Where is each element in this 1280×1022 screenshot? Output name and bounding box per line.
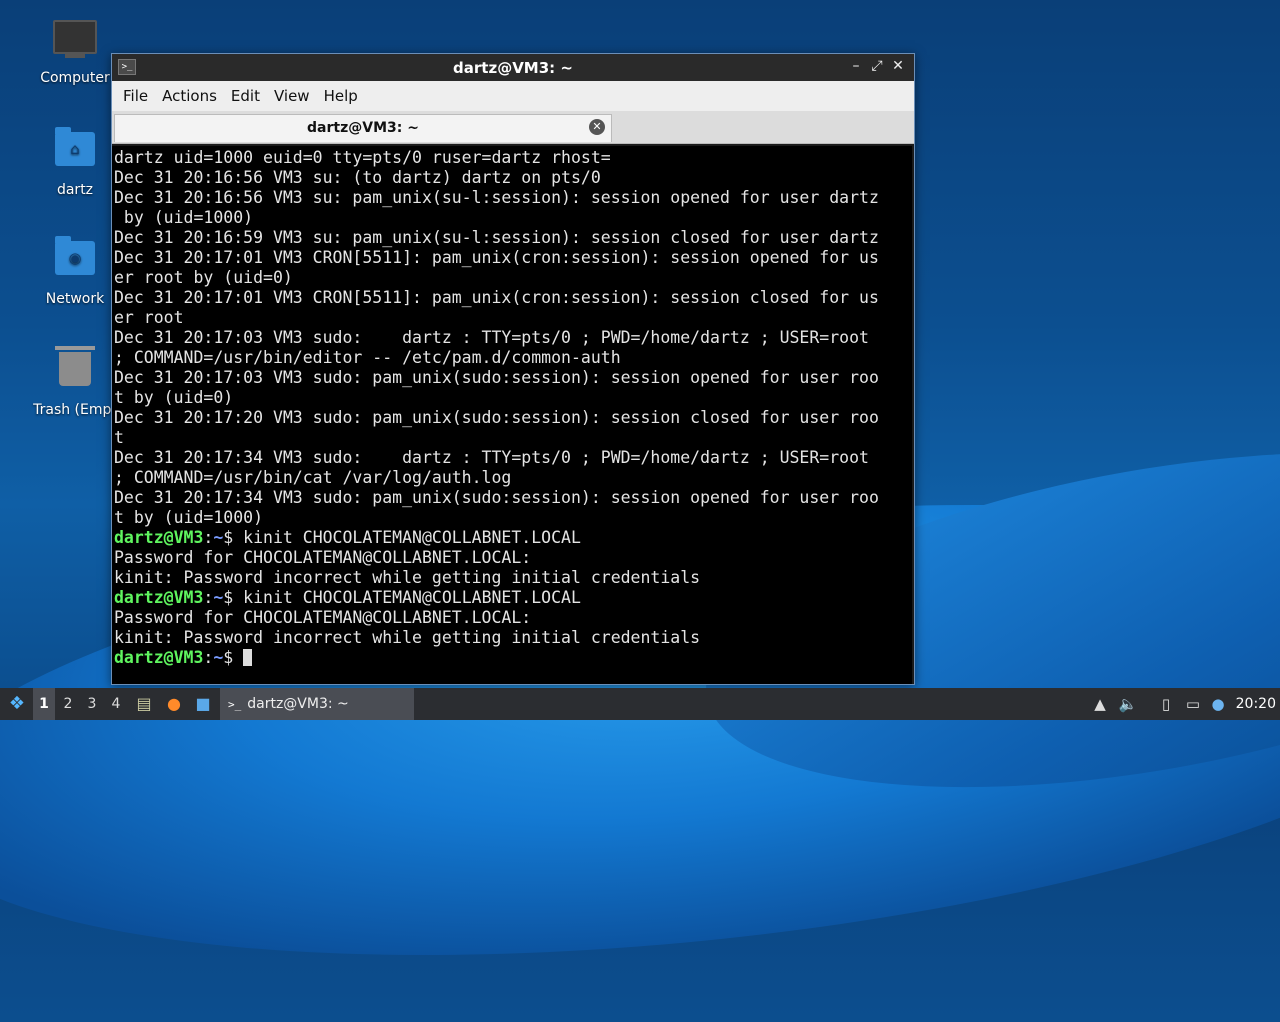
taskbar: ❖ 1 2 3 4 ▤ ● ■ >_ dartz@VM3: ~ ▲ 🔈 ▯ ▭ ●… [0, 688, 1280, 720]
tab-label: dartz@VM3: ~ [307, 120, 419, 136]
volume-icon[interactable]: 🔈 [1117, 688, 1139, 720]
notifications-icon[interactable]: ▲ [1089, 688, 1111, 720]
workspace-3[interactable]: 3 [81, 688, 103, 720]
desktop-icon-label: Computer [40, 70, 110, 86]
terminal-line: Dec 31 20:17:34 VM3 sudo: pam_unix(sudo:… [114, 488, 879, 507]
terminal-window[interactable]: >_ dartz@VM3: ~ – ⤢ ✕ File Actions Edit … [111, 53, 915, 685]
terminal-line: Dec 31 20:17:20 VM3 sudo: pam_unix(sudo:… [114, 408, 879, 427]
updates-icon[interactable]: ● [1207, 688, 1229, 720]
desktop-icon-trash[interactable]: Trash (Empt [25, 344, 125, 418]
menu-actions[interactable]: Actions [155, 87, 224, 105]
menu-help[interactable]: Help [317, 87, 365, 105]
desktop-icon[interactable]: ■ [192, 688, 214, 720]
desktop-icon-label: dartz [56, 182, 94, 198]
trash-icon [51, 346, 99, 396]
terminal-line: er root by (uid=0) [114, 268, 293, 287]
terminal-line: ; COMMAND=/usr/bin/editor -- /etc/pam.d/… [114, 348, 621, 367]
terminal-line: Dec 31 20:17:03 VM3 sudo: dartz : TTY=pt… [114, 328, 869, 347]
terminal-line: er root [114, 308, 184, 327]
terminal-line: Dec 31 20:17:34 VM3 sudo: dartz : TTY=pt… [114, 448, 869, 467]
clock[interactable]: 20:20 [1236, 688, 1276, 720]
desktop-icon-home[interactable]: ⌂ dartz [25, 126, 125, 198]
menu-view[interactable]: View [267, 87, 317, 105]
command-text: kinit CHOCOLATEMAN@COLLABNET.LOCAL [243, 528, 581, 547]
close-button[interactable]: ✕ [890, 58, 906, 74]
menu-bar: File Actions Edit View Help [112, 81, 914, 111]
firefox-icon[interactable]: ● [163, 688, 185, 720]
terminal-line: dartz@VM3:~$ kinit CHOCOLATEMAN@COLLABNE… [114, 588, 581, 607]
desktop-icon-label: Network [45, 291, 105, 307]
terminal-line: by (uid=1000) [114, 208, 254, 227]
task-label: dartz@VM3: ~ [247, 696, 349, 712]
terminal-icon: >_ [228, 698, 242, 711]
menu-file[interactable]: File [116, 87, 155, 105]
tab-close-icon[interactable]: ✕ [589, 119, 605, 135]
file-manager-icon[interactable]: ▤ [133, 688, 155, 720]
terminal-line: Dec 31 20:16:59 VM3 su: pam_unix(su-l:se… [114, 228, 879, 247]
menu-edit[interactable]: Edit [224, 87, 267, 105]
window-titlebar[interactable]: >_ dartz@VM3: ~ – ⤢ ✕ [112, 54, 914, 81]
task-terminal[interactable]: >_ dartz@VM3: ~ [220, 688, 414, 720]
terminal-line: t by (uid=1000) [114, 508, 264, 527]
desktop-icon-label: Trash (Empt [33, 402, 117, 418]
tab-terminal[interactable]: dartz@VM3: ~ ✕ [114, 114, 612, 142]
clipboard-icon[interactable]: ▯ [1155, 688, 1177, 720]
terminal-line: t by (uid=0) [114, 388, 234, 407]
terminal-line: Password for CHOCOLATEMAN@COLLABNET.LOCA… [114, 608, 532, 627]
workspace-4[interactable]: 4 [105, 688, 127, 720]
computer-icon [51, 20, 99, 64]
terminal-line: Password for CHOCOLATEMAN@COLLABNET.LOCA… [114, 548, 532, 567]
terminal-line: t [114, 428, 124, 447]
tab-bar: dartz@VM3: ~ ✕ [112, 111, 914, 144]
terminal-line: Dec 31 20:17:03 VM3 sudo: pam_unix(sudo:… [114, 368, 879, 387]
terminal-line: dartz@VM3:~$ kinit CHOCOLATEMAN@COLLABNE… [114, 528, 581, 547]
command-text: kinit CHOCOLATEMAN@COLLABNET.LOCAL [243, 588, 581, 607]
terminal-line: dartz uid=1000 euid=0 tty=pts/0 ruser=da… [114, 148, 611, 167]
start-menu-icon[interactable]: ❖ [6, 688, 28, 720]
terminal-line: ; COMMAND=/usr/bin/cat /var/log/auth.log [114, 468, 512, 487]
terminal-line: kinit: Password incorrect while getting … [114, 568, 701, 587]
desktop-icon-computer[interactable]: Computer [25, 18, 125, 86]
network-icon[interactable]: ▭ [1182, 688, 1204, 720]
workspace-2[interactable]: 2 [57, 688, 79, 720]
terminal-line: Dec 31 20:16:56 VM3 su: (to dartz) dartz… [114, 168, 601, 187]
workspace-1[interactable]: 1 [33, 688, 55, 720]
maximize-button[interactable]: ⤢ [869, 58, 885, 74]
terminal-line: kinit: Password incorrect while getting … [114, 628, 701, 647]
desktop-icon-network[interactable]: ◉ Network [25, 235, 125, 307]
network-folder-icon: ◉ [51, 236, 99, 285]
terminal-line: Dec 31 20:16:56 VM3 su: pam_unix(su-l:se… [114, 188, 879, 207]
home-folder-icon: ⌂ [51, 127, 99, 176]
terminal-prompt-line[interactable]: dartz@VM3:~$ [114, 648, 912, 668]
terminal-line: Dec 31 20:17:01 VM3 CRON[5511]: pam_unix… [114, 288, 879, 307]
minimize-button[interactable]: – [848, 58, 864, 74]
text-cursor [243, 649, 253, 666]
terminal-line: Dec 31 20:17:01 VM3 CRON[5511]: pam_unix… [114, 248, 879, 267]
terminal-output[interactable]: dartz uid=1000 euid=0 tty=pts/0 ruser=da… [112, 146, 912, 684]
window-title: dartz@VM3: ~ [453, 59, 573, 77]
